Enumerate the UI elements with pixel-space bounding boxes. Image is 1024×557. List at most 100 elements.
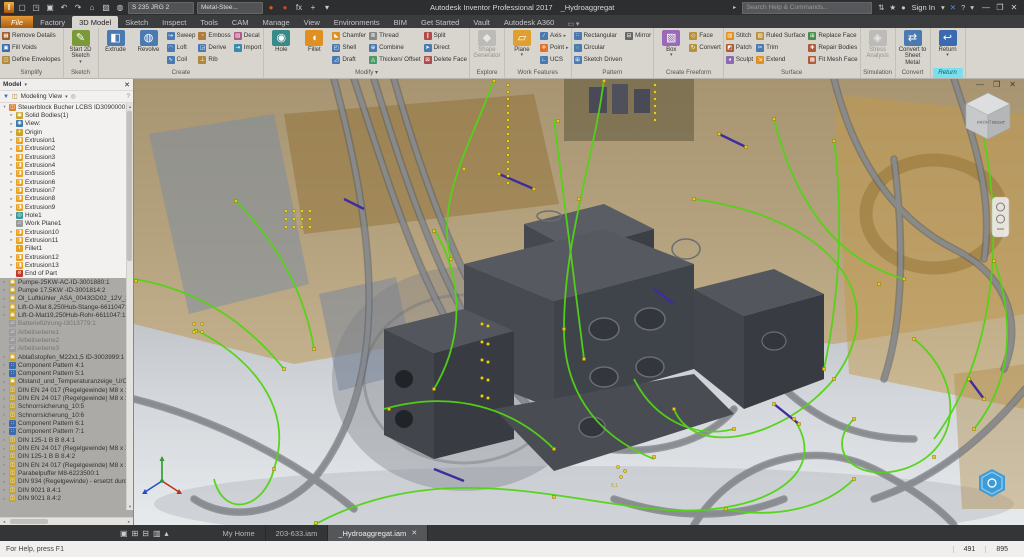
redo-icon[interactable]: ↷ — [73, 3, 83, 12]
tile-horizontal-icon[interactable]: ⊟ — [142, 529, 149, 538]
tree-item[interactable]: ▱Arbeitsebene2 — [0, 336, 133, 344]
tree-item[interactable]: ▸◫DIN 9021 8.4:2 — [0, 494, 133, 502]
tab-factory[interactable]: Factory — [33, 16, 72, 28]
tree-item[interactable]: ▸◫DIN EN 24 017 (Regelgewinde) M8 x 16 — [0, 386, 133, 394]
expand-arrow-icon[interactable]: ▸ — [2, 404, 7, 410]
tree-item[interactable]: ▸∷Component Pattern 7:1 — [0, 428, 133, 436]
expand-arrow-icon[interactable]: ▸ — [9, 112, 14, 118]
expand-arrow-icon[interactable]: ▸ — [2, 462, 7, 468]
exchange-icon[interactable]: ⇅ — [878, 3, 884, 12]
ucs-button[interactable]: ∟UCS — [540, 54, 569, 65]
expand-arrow-icon[interactable]: ▸ — [9, 137, 14, 143]
tree-item[interactable]: ▸▣Pumpe 17,5KW -ID-3001814:2 — [0, 286, 133, 294]
expand-arrow-icon[interactable]: ▸ — [2, 479, 7, 485]
expand-arrow-icon[interactable]: ▸ — [9, 162, 14, 168]
face-button[interactable]: ◇Face — [689, 30, 721, 41]
fill-voids-button[interactable]: ▣Fill Voids — [2, 42, 61, 53]
combine-button[interactable]: ⊕Combine — [369, 42, 421, 53]
expand-arrow-icon[interactable]: ▸ — [2, 437, 7, 443]
return-button[interactable]: ↩Return▾ — [933, 29, 963, 59]
tree-item[interactable]: ▸◨Extrusion8 — [0, 195, 133, 203]
tree-item[interactable]: ▾◫Steuerblock Bucher LCBS ID3090000:1 — [0, 103, 133, 111]
qat-menu-icon[interactable]: ▾ — [322, 3, 332, 12]
extend-button[interactable]: ⇲Extend — [756, 54, 805, 65]
view-mode-icon[interactable]: ◫ — [12, 93, 18, 100]
tree-item[interactable]: ▸✛Origin — [0, 128, 133, 136]
rib-button[interactable]: ⊥Rib — [198, 54, 230, 65]
tree-item[interactable]: ▸∷Component Pattern 6:1 — [0, 419, 133, 427]
update-icon[interactable]: ● — [266, 3, 276, 12]
expand-arrow-icon[interactable]: ▸ — [2, 379, 7, 385]
expand-arrow-icon[interactable]: ▾ — [2, 104, 7, 110]
sketch-driven-button[interactable]: ⊞Sketch Driven — [574, 54, 623, 65]
expand-arrow-icon[interactable]: ▸ — [9, 229, 14, 235]
tab-autodesk-a360[interactable]: Autodesk A360 — [497, 16, 561, 28]
doc-close-button[interactable]: ✕ — [1009, 80, 1016, 89]
axis-button[interactable]: ∕Axis▸ — [540, 30, 569, 41]
tree-item[interactable]: ▸◨Extrusion10 — [0, 228, 133, 236]
inventor-logo[interactable]: I — [4, 2, 14, 13]
rectangular-button[interactable]: ∷Rectangular — [574, 30, 623, 41]
tree-item[interactable]: ▸∷Component Pattern 4:1 — [0, 361, 133, 369]
coil-button[interactable]: ∿Coil — [167, 54, 196, 65]
tree-item[interactable]: ▸▣Lift-O-Mat 8,250Hub-Stange-6611047:1 — [0, 303, 133, 311]
chamfer-button[interactable]: ◣Chamfer — [332, 30, 366, 41]
open-icon[interactable]: ◳ — [31, 3, 41, 12]
scroll-right-icon[interactable]: ▸ — [125, 519, 133, 525]
tree-item[interactable]: ▱Batterieführung-I3013779:1 — [0, 320, 133, 328]
new-file-icon[interactable]: ▢ — [17, 3, 27, 12]
tree-item[interactable]: ▸◨Extrusion13 — [0, 261, 133, 269]
ribbon-display-options-icon[interactable]: ▭ ▾ — [567, 20, 579, 28]
hole-button[interactable]: ◉Hole — [266, 29, 296, 53]
mirror-button[interactable]: ⊟Mirror — [625, 30, 651, 41]
tile-windows-icon[interactable]: ⊞ — [132, 529, 139, 538]
doc-restore-button[interactable]: ❐ — [993, 80, 1000, 89]
tree-vertical-scrollbar[interactable]: ▴ ▾ — [126, 103, 133, 510]
tree-item[interactable]: ▸▣Ölstand_und_Temperaturanzeige_U/C_Fl — [0, 378, 133, 386]
split-button[interactable]: ∥Split — [424, 30, 467, 41]
remove-details-button[interactable]: ▦Remove Details — [2, 30, 61, 41]
tree-item[interactable]: ▸◨Extrusion12 — [0, 253, 133, 261]
expand-arrow-icon[interactable]: ▸ — [2, 371, 7, 377]
expand-arrow-icon[interactable]: ▸ — [2, 454, 7, 460]
expand-arrow-icon[interactable]: ▸ — [2, 287, 7, 293]
tree-item[interactable]: ▸◫DIN 934 (Regelgewinde) - ersetzt durch — [0, 478, 133, 486]
user-icon[interactable]: ● — [901, 3, 906, 12]
undo-icon[interactable]: ↶ — [59, 3, 69, 12]
tree-item[interactable]: ▸◨Extrusion3 — [0, 153, 133, 161]
tree-item[interactable]: ▸◨Extrusion5 — [0, 170, 133, 178]
tree-item[interactable]: ▱Arbeitsebene3 — [0, 345, 133, 353]
tree-item[interactable]: ▸◉View: — [0, 120, 133, 128]
expand-arrow-icon[interactable]: ▸ — [2, 446, 7, 452]
expand-arrow-icon[interactable]: ▸ — [2, 354, 7, 360]
fx-parameters-icon[interactable]: fx — [294, 3, 304, 12]
tree-item[interactable]: ▸▣Solid Bodies(1) — [0, 111, 133, 119]
doc-minimize-button[interactable]: — — [976, 80, 984, 89]
thread-button[interactable]: ≣Thread — [369, 30, 421, 41]
expand-arrow-icon[interactable]: ▸ — [2, 496, 7, 502]
tree-item[interactable]: ◗Fillet1 — [0, 245, 133, 253]
material-dropdown[interactable]: S 235 JRG 2▾ — [128, 2, 194, 14]
pushpin-icon[interactable]: ▸ — [733, 4, 736, 11]
extrude-button[interactable]: ◧Extrude — [101, 29, 131, 53]
stitch-button[interactable]: ▥Stitch — [726, 30, 753, 41]
sculpt-button[interactable]: ◕Sculpt — [726, 54, 753, 65]
tree-item[interactable]: ▸◫Schnorrsicherung_10:5 — [0, 403, 133, 411]
tree-item[interactable]: ▸◫Schnorrsicherung_10:6 — [0, 411, 133, 419]
tab-3d-model[interactable]: 3D Model — [72, 16, 118, 28]
tree-item[interactable]: ▸◨Extrusion2 — [0, 145, 133, 153]
expand-arrow-icon[interactable]: ▸ — [9, 171, 14, 177]
tree-item[interactable]: ▸◨Extrusion1 — [0, 136, 133, 144]
loft-button[interactable]: ◠Loft — [167, 42, 196, 53]
define-envelopes-button[interactable]: ◫Define Envelopes — [2, 54, 61, 65]
scroll-down-icon[interactable]: ▾ — [127, 503, 133, 510]
patch-button[interactable]: ◩Patch — [726, 42, 753, 53]
fit-mesh-face-button[interactable]: ▩Fit Mesh Face — [808, 54, 857, 65]
tree-item[interactable]: ▱Work Plane1 — [0, 220, 133, 228]
scrollbar-thumb[interactable] — [10, 519, 48, 524]
tree-item[interactable]: ▸∷Component Pattern 5:1 — [0, 370, 133, 378]
tree-item[interactable]: ▸▣Ablaßstopfen_M22x1,5 ID-3003999:1 — [0, 353, 133, 361]
tree-item[interactable]: ▸◨Extrusion4 — [0, 161, 133, 169]
help-caret-icon[interactable]: ▾ — [970, 3, 974, 12]
search-input[interactable]: Search Help & Commands... — [742, 2, 872, 14]
